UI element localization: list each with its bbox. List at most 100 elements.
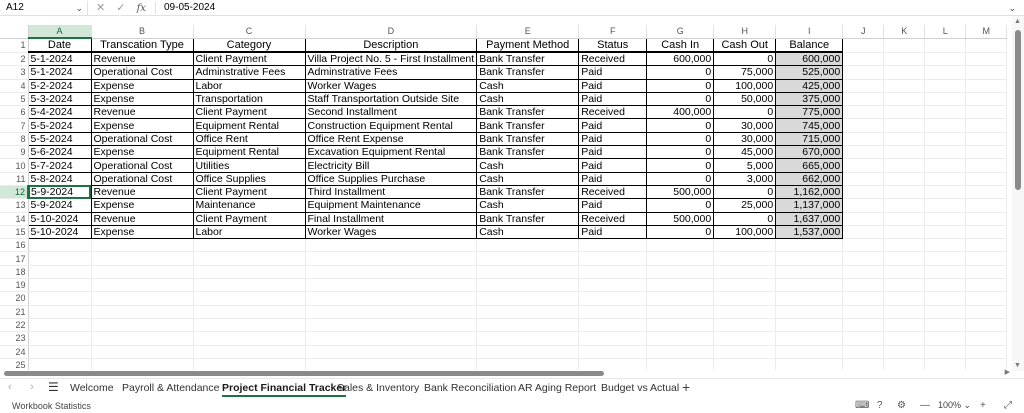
keyboard-icon[interactable]: ⌨ [855, 400, 869, 411]
data-cell[interactable]: Equipment Rental [192, 118, 306, 133]
empty-cell[interactable] [924, 251, 967, 266]
empty-cell[interactable] [842, 118, 885, 133]
empty-cell[interactable] [965, 278, 1008, 293]
empty-cell[interactable] [924, 52, 967, 67]
empty-cell[interactable] [965, 251, 1008, 266]
data-cell[interactable]: Expense [90, 118, 194, 133]
empty-cell[interactable] [883, 65, 926, 80]
empty-cell[interactable] [476, 238, 580, 253]
empty-cell[interactable] [965, 79, 1008, 93]
all-sheets-menu-icon[interactable]: ☰ [48, 380, 59, 394]
expand-formula-bar-icon[interactable]: ⌄ [1008, 1, 1016, 15]
empty-cell[interactable] [965, 132, 1008, 147]
data-cell[interactable]: 0 [646, 198, 715, 213]
empty-cell[interactable] [924, 358, 967, 370]
data-cell[interactable]: 50,000 [713, 91, 777, 107]
data-cell[interactable]: Bank Transfer [476, 118, 580, 133]
data-cell[interactable]: 25,000 [713, 198, 777, 213]
column-header-m[interactable]: M [965, 25, 1008, 39]
empty-cell[interactable] [476, 331, 580, 346]
data-cell[interactable]: 670,000 [775, 145, 844, 160]
name-box[interactable]: A12 ⌄ [2, 1, 88, 15]
column-header-g[interactable]: G [646, 25, 715, 39]
data-cell[interactable]: Bank Transfer [476, 184, 580, 200]
empty-cell[interactable] [883, 345, 926, 359]
empty-cell[interactable] [476, 251, 580, 266]
column-header-e[interactable]: E [476, 25, 580, 39]
empty-cell[interactable] [305, 318, 478, 333]
empty-cell[interactable] [842, 132, 885, 147]
data-cell[interactable]: Received [578, 51, 648, 67]
empty-cell[interactable] [775, 318, 844, 333]
empty-cell[interactable] [842, 212, 885, 226]
data-cell[interactable]: Cash [476, 158, 580, 173]
empty-cell[interactable] [28, 291, 92, 306]
empty-cell[interactable] [91, 318, 194, 333]
column-header-h[interactable]: H [713, 25, 777, 39]
data-cell[interactable]: 100,000 [713, 78, 777, 93]
empty-cell[interactable] [646, 318, 715, 333]
empty-cell[interactable] [883, 92, 926, 107]
data-cell[interactable]: 775,000 [775, 105, 844, 120]
data-cell[interactable]: 665,000 [775, 158, 844, 173]
enter-icon[interactable]: ✓ [116, 2, 125, 14]
data-cell[interactable]: Adminstrative Fees [192, 65, 306, 80]
data-cell[interactable]: Cash [476, 78, 580, 93]
header-cell[interactable]: Description [304, 37, 478, 54]
empty-cell[interactable] [842, 145, 885, 160]
empty-cell[interactable] [28, 305, 92, 319]
sheet-tab[interactable]: AR Aging Report [518, 381, 596, 397]
empty-cell[interactable] [965, 345, 1008, 359]
empty-cell[interactable] [91, 265, 194, 280]
empty-cell[interactable] [578, 345, 648, 359]
row-header[interactable]: 23 [0, 331, 29, 346]
data-cell[interactable]: Office Supplies [192, 171, 306, 186]
data-cell[interactable]: Bank Transfer [476, 211, 580, 226]
empty-cell[interactable] [305, 358, 478, 370]
data-cell[interactable]: Received [578, 211, 648, 226]
empty-cell[interactable] [842, 185, 885, 200]
empty-cell[interactable] [883, 185, 926, 200]
data-cell[interactable]: Client Payment [192, 211, 306, 226]
empty-cell[interactable] [775, 305, 844, 319]
empty-cell[interactable] [193, 238, 306, 253]
empty-cell[interactable] [924, 212, 967, 226]
empty-cell[interactable] [578, 358, 648, 370]
empty-cell[interactable] [883, 278, 926, 293]
empty-cell[interactable] [842, 345, 885, 359]
empty-cell[interactable] [924, 331, 967, 346]
data-cell[interactable]: 5-1-2024 [27, 65, 92, 80]
empty-cell[interactable] [965, 225, 1008, 240]
empty-cell[interactable] [883, 318, 926, 333]
horizontal-scroll-thumb[interactable] [4, 371, 604, 376]
empty-cell[interactable] [91, 251, 194, 266]
data-cell[interactable]: Expense [90, 198, 194, 213]
empty-cell[interactable] [965, 65, 1008, 80]
data-cell[interactable]: Paid [578, 78, 648, 93]
data-cell[interactable]: 5-7-2024 [27, 158, 92, 173]
empty-cell[interactable] [924, 291, 967, 306]
empty-cell[interactable] [646, 358, 715, 370]
data-cell[interactable]: Bank Transfer [476, 65, 580, 80]
empty-cell[interactable] [842, 198, 885, 213]
workbook-statistics[interactable]: Workbook Statistics [12, 401, 91, 411]
data-cell[interactable]: Paid [578, 171, 648, 186]
data-cell[interactable]: Office Rent [192, 131, 306, 147]
data-cell[interactable]: 5-10-2024 [27, 224, 92, 240]
data-cell[interactable]: Final Installment [304, 211, 478, 226]
empty-cell[interactable] [28, 318, 92, 333]
data-cell[interactable]: 5-8-2024 [27, 171, 92, 186]
empty-cell[interactable] [842, 265, 885, 280]
empty-cell[interactable] [305, 291, 478, 306]
empty-cell[interactable] [842, 172, 885, 186]
data-cell[interactable]: 0 [646, 118, 715, 133]
zoom-in-button[interactable]: + [980, 400, 986, 411]
data-cell[interactable]: Equipment Maintenance [304, 198, 478, 213]
data-cell[interactable]: 0 [713, 184, 777, 200]
empty-cell[interactable] [883, 238, 926, 253]
data-cell[interactable]: Excavation Equipment Rental [304, 145, 478, 160]
data-cell[interactable]: Worker Wages [304, 78, 478, 93]
empty-cell[interactable] [924, 65, 967, 80]
empty-cell[interactable] [883, 132, 926, 147]
empty-cell[interactable] [28, 278, 92, 293]
